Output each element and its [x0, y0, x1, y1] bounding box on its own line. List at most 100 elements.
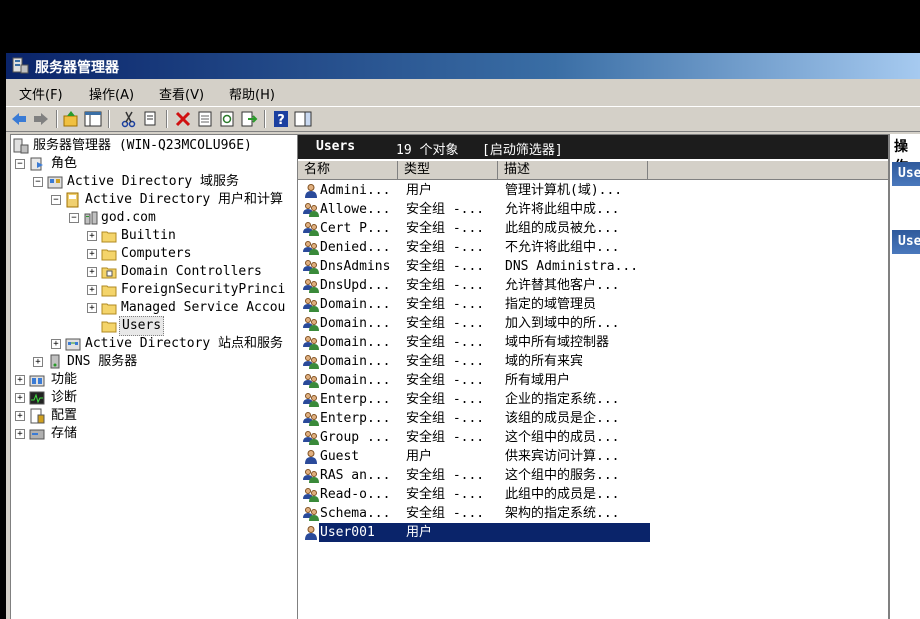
tree-label: 诊断 [51, 390, 78, 405]
copy-icon[interactable] [142, 110, 160, 128]
refresh-icon[interactable] [218, 110, 236, 128]
column-description[interactable]: 描述 [498, 161, 648, 179]
item-type: 安全组 -... [406, 373, 485, 388]
diagnostics-icon [29, 391, 45, 405]
list-item[interactable]: Allowe... 安全组 -... 允许将此组中成... [298, 200, 888, 219]
list-item[interactable]: User001 用户 [298, 523, 888, 542]
tree-label: Active Directory 用户和计算 [85, 192, 284, 207]
item-type: 安全组 -... [406, 221, 485, 236]
toolbar-separator [108, 110, 110, 128]
properties-icon[interactable] [196, 110, 214, 128]
title-bar[interactable]: 服务器管理器 [6, 53, 920, 79]
column-name[interactable]: 名称 [298, 161, 398, 179]
item-type: 安全组 -... [406, 335, 485, 350]
list-item[interactable]: Schema... 安全组 -... 架构的指定系统... [298, 504, 888, 523]
menu-action[interactable]: 操作(A) [89, 84, 134, 103]
export-icon[interactable] [240, 110, 258, 128]
expand-icon[interactable]: + [33, 357, 43, 367]
cut-icon[interactable] [120, 110, 138, 128]
desktop-background [0, 0, 920, 53]
list-item[interactable]: RAS an... 安全组 -... 这个组中的服务... [298, 466, 888, 485]
item-description: 允许替其他客户... [505, 278, 620, 293]
item-name: User001 [320, 525, 375, 540]
item-description: 域中所有域控制器 [505, 335, 610, 350]
column-type[interactable]: 类型 [398, 161, 498, 179]
expand-icon[interactable]: + [15, 429, 25, 439]
list-item[interactable]: DnsUpd... 安全组 -... 允许替其他客户... [298, 276, 888, 295]
group-icon [303, 259, 319, 275]
collapse-icon[interactable]: − [33, 177, 43, 187]
item-type: 安全组 -... [406, 430, 485, 445]
toolbar-separator [264, 110, 266, 128]
item-type: 安全组 -... [406, 487, 485, 502]
folder-icon [101, 231, 117, 243]
item-type: 安全组 -... [406, 411, 485, 426]
expand-icon[interactable]: + [87, 231, 97, 241]
expand-icon[interactable]: + [51, 339, 61, 349]
tree-label: Domain Controllers [121, 264, 262, 279]
item-description: 允许将此组中成... [505, 202, 620, 217]
expand-icon[interactable]: + [87, 303, 97, 313]
item-type: 安全组 -... [406, 506, 485, 521]
list-item[interactable]: Enterp... 安全组 -... 该组的成员是企... [298, 409, 888, 428]
collapse-icon[interactable]: − [51, 195, 61, 205]
list-item[interactable]: DnsAdmins 安全组 -... DNS Administra... [298, 257, 888, 276]
menu-bar: 文件(F) 操作(A) 查看(V) 帮助(H) [6, 81, 920, 103]
results-header: Users 19 个对象 [启动筛选器] [298, 135, 888, 159]
menu-help[interactable]: 帮助(H) [229, 84, 275, 103]
list-item[interactable]: Cert P... 安全组 -... 此组的成员被允... [298, 219, 888, 238]
expand-icon[interactable]: + [87, 267, 97, 277]
actions-section-user001[interactable]: User001 [892, 230, 920, 254]
collapse-icon[interactable]: − [15, 159, 25, 169]
action-pane-icon[interactable] [294, 110, 312, 128]
actions-section-users[interactable]: Users [892, 162, 920, 186]
back-icon[interactable] [10, 110, 28, 128]
list-item[interactable]: Guest 用户 供来宾访问计算... [298, 447, 888, 466]
tree-label: 配置 [51, 408, 78, 423]
list-item[interactable]: Read-o... 安全组 -... 此组中的成员是... [298, 485, 888, 504]
list-item[interactable]: Domain... 安全组 -... 加入到域中的所... [298, 314, 888, 333]
domain-icon [84, 211, 98, 225]
up-icon[interactable] [62, 110, 80, 128]
delete-icon[interactable] [174, 110, 192, 128]
group-icon [303, 316, 319, 332]
list-item[interactable]: Domain... 安全组 -... 指定的域管理员 [298, 295, 888, 314]
tree-label: Managed Service Accou [121, 300, 286, 315]
help-icon[interactable]: ? [272, 110, 290, 128]
list-item[interactable]: Domain... 安全组 -... 所有域用户 [298, 371, 888, 390]
item-description: 加入到域中的所... [505, 316, 620, 331]
tree-label: Active Directory 域服务 [67, 174, 240, 189]
folder-icon [101, 285, 117, 297]
item-name: RAS an... [320, 468, 391, 483]
expand-icon[interactable]: + [15, 393, 25, 403]
list-item[interactable]: Group ... 安全组 -... 这个组中的成员... [298, 428, 888, 447]
item-name: Domain... [320, 354, 391, 369]
tree-label: 存储 [51, 426, 78, 441]
expand-icon[interactable]: + [15, 375, 25, 385]
item-description: 不允许将此组中... [505, 240, 620, 255]
list-item[interactable]: Domain... 安全组 -... 域中所有域控制器 [298, 333, 888, 352]
group-icon [303, 335, 319, 351]
forward-icon[interactable] [32, 110, 50, 128]
list-item[interactable]: Domain... 安全组 -... 域的所有来宾 [298, 352, 888, 371]
expand-icon[interactable]: + [15, 411, 25, 421]
item-name: Read-o... [320, 487, 391, 502]
menu-view[interactable]: 查看(V) [159, 84, 204, 103]
collapse-icon[interactable]: − [69, 213, 79, 223]
server-manager-icon [12, 57, 29, 74]
menu-file[interactable]: 文件(F) [19, 84, 63, 103]
list-item[interactable]: Denied... 安全组 -... 不允许将此组中... [298, 238, 888, 257]
folder-icon [101, 303, 117, 315]
item-name: Cert P... [320, 221, 391, 236]
list-item[interactable]: Enterp... 安全组 -... 企业的指定系统... [298, 390, 888, 409]
group-icon [303, 411, 319, 427]
show-tree-icon[interactable] [84, 110, 102, 128]
tree-label: 功能 [51, 372, 78, 387]
expand-icon[interactable]: + [87, 285, 97, 295]
expand-icon[interactable]: + [87, 249, 97, 259]
ad-users-computers-icon [66, 192, 79, 208]
group-icon [303, 487, 319, 503]
list-item[interactable]: Admini... 用户 管理计算机(域)... [298, 181, 888, 200]
group-icon [303, 354, 319, 370]
tree-label: ForeignSecurityPrinci [121, 282, 286, 297]
